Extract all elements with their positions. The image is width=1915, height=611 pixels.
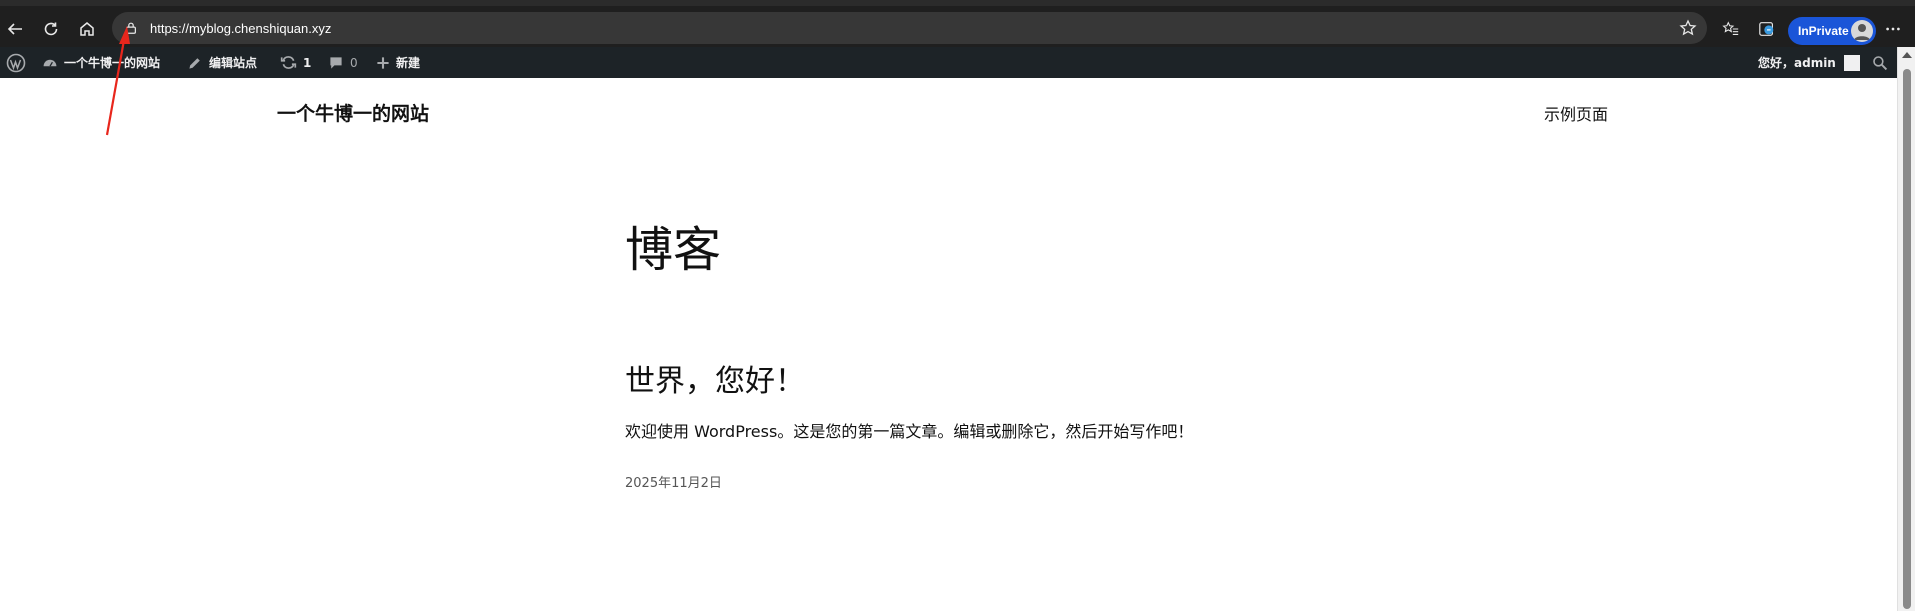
more-menu-button[interactable] bbox=[1882, 18, 1904, 40]
admin-bar-account[interactable]: 您好，admin bbox=[1758, 47, 1860, 78]
url-text: https://myblog.chenshiquan.xyz bbox=[150, 20, 332, 36]
nav-item-sample-page[interactable]: 示例页面 bbox=[1544, 101, 1608, 125]
plus-icon bbox=[376, 56, 390, 70]
admin-greeting: 您好，admin bbox=[1758, 56, 1836, 70]
admin-bar-new-label: 新建 bbox=[396, 56, 421, 70]
admin-bar-comments[interactable]: 0 bbox=[328, 47, 358, 78]
wp-logo-menu[interactable] bbox=[6, 47, 26, 78]
page-scrollbar[interactable] bbox=[1897, 47, 1915, 611]
page-title: 博客 bbox=[625, 222, 722, 278]
post-date[interactable]: 2025年11月2日 bbox=[625, 472, 722, 491]
inprivate-badge[interactable]: InPrivate bbox=[1788, 17, 1876, 45]
browser-toolbar: https://myblog.chenshiquan.xyz InPrivate bbox=[0, 0, 1915, 47]
edge-icon bbox=[1759, 22, 1774, 36]
home-icon bbox=[80, 22, 94, 36]
admin-bar-site-name[interactable]: 一个牛博一的网站 bbox=[42, 47, 160, 78]
address-bar[interactable]: https://myblog.chenshiquan.xyz bbox=[112, 12, 1707, 44]
admin-bar-updates[interactable]: 1 bbox=[280, 47, 311, 78]
admin-bar-site-label: 一个牛博一的网站 bbox=[64, 56, 161, 70]
comment-icon bbox=[328, 55, 344, 71]
more-icon bbox=[1886, 27, 1900, 31]
collections-button[interactable] bbox=[1756, 18, 1778, 40]
wordpress-icon bbox=[6, 53, 26, 72]
admin-avatar bbox=[1843, 54, 1860, 71]
site-title[interactable]: 一个牛博一的网站 bbox=[277, 99, 429, 126]
scroll-up-arrow[interactable] bbox=[1902, 52, 1912, 58]
admin-bar-edit-label: 编辑站点 bbox=[209, 56, 258, 70]
updates-count: 1 bbox=[303, 55, 312, 70]
favorites-icon bbox=[1722, 21, 1739, 35]
favorites-button[interactable] bbox=[1720, 18, 1742, 40]
post-excerpt: 欢迎使用 WordPress。这是您的第一篇文章。编辑或删除它，然后开始写作吧！ bbox=[625, 422, 1194, 441]
back-button[interactable] bbox=[1, 15, 29, 43]
refresh-icon bbox=[44, 22, 58, 36]
brush-icon bbox=[187, 55, 203, 71]
star-icon[interactable] bbox=[1679, 19, 1697, 37]
comments-count: 0 bbox=[350, 55, 358, 70]
dashboard-icon bbox=[42, 55, 58, 71]
arrow-left-icon bbox=[7, 23, 22, 35]
updates-icon bbox=[280, 54, 297, 71]
home-button[interactable] bbox=[73, 15, 101, 43]
admin-bar-search[interactable] bbox=[1872, 47, 1888, 78]
refresh-button[interactable] bbox=[37, 15, 65, 43]
wp-admin-bar: 一个牛博一的网站 编辑站点 1 0 新建 您好，admin bbox=[0, 47, 1897, 78]
post-title[interactable]: 世界，您好！ bbox=[625, 356, 805, 400]
admin-bar-edit-site[interactable]: 编辑站点 bbox=[187, 47, 257, 78]
profile-avatar[interactable] bbox=[1851, 20, 1873, 42]
admin-bar-new[interactable]: 新建 bbox=[376, 47, 420, 78]
scroll-thumb[interactable] bbox=[1903, 69, 1911, 609]
lock-icon[interactable] bbox=[122, 19, 140, 37]
search-icon bbox=[1873, 55, 1888, 70]
inprivate-label: InPrivate bbox=[1798, 24, 1849, 38]
